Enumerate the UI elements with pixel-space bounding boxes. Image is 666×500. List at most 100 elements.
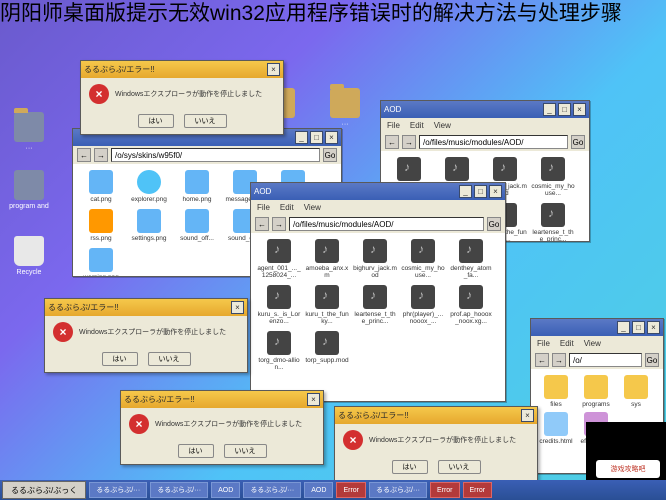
taskbar-task[interactable]: るるぶらぶ/··· [89,482,147,498]
file-item[interactable]: files [537,375,575,408]
close-button[interactable]: × [267,63,280,76]
menu-edit[interactable]: Edit [560,339,574,348]
file-item[interactable]: phr(player)_...nooox_... [401,285,445,325]
maximize-button[interactable]: □ [310,131,323,144]
minimize-button[interactable]: _ [459,185,472,198]
titlebar[interactable]: るるぶらぶ/エラー!!× [45,299,247,316]
taskbar-task[interactable]: Error [336,482,366,498]
file-item[interactable]: home.png [175,170,219,203]
error-dialog[interactable]: るるぶらぶ/エラー!!× ×Windowsエクスプローラが動作を停止しました は… [80,60,284,135]
file-item[interactable]: kuru_t_the_funky... [305,285,349,325]
file-item[interactable]: leartense_t_the_princ... [531,203,575,241]
cancel-button[interactable]: いいえ [224,444,267,458]
file-item[interactable]: rss.png [79,209,123,242]
maximize-button[interactable]: □ [558,103,571,116]
file-item[interactable]: credits.html [537,412,575,445]
back-button[interactable]: ← [255,217,269,231]
menu-view[interactable]: View [304,203,321,212]
file-item[interactable]: cat.png [79,170,123,203]
back-button[interactable]: ← [385,135,399,149]
path-field[interactable]: /o/ [569,353,642,367]
path-field[interactable]: /o/files/music/modules/AOD/ [289,217,484,231]
forward-button[interactable]: → [402,135,416,149]
minimize-button[interactable]: _ [617,321,630,334]
file-item[interactable]: sys [617,375,655,408]
minimize-button[interactable]: _ [295,131,308,144]
back-button[interactable]: ← [535,353,549,367]
menu-file[interactable]: File [257,203,270,212]
recycle-bin[interactable]: Recycle [4,236,54,276]
close-button[interactable]: × [325,131,338,144]
taskbar-task[interactable]: Error [430,482,460,498]
minimize-button[interactable]: _ [543,103,556,116]
path-field[interactable]: /o/files/music/modules/AOD/ [419,135,568,149]
cancel-button[interactable]: いいえ [148,352,191,366]
path-field[interactable]: /o/sys/skins/w95f0/ [111,148,320,162]
error-dialog[interactable]: るるぶらぶ/エラー!!× ×Windowsエクスプローラが動作を停止しました は… [120,390,324,465]
menu-file[interactable]: File [537,339,550,348]
titlebar[interactable]: AOD _□× [381,101,589,118]
file-item[interactable]: cosmic_my_house... [401,239,445,279]
taskbar-task[interactable]: るるぶらぶ/··· [150,482,208,498]
ok-button[interactable]: はい [178,444,214,458]
forward-button[interactable]: → [272,217,286,231]
close-button[interactable]: × [307,393,320,406]
taskbar-task[interactable]: AOD [304,482,333,498]
file-item[interactable]: amoeba_anx.xm [305,239,349,279]
menu-file[interactable]: File [387,121,400,130]
cancel-button[interactable]: いいえ [438,460,481,474]
cancel-button[interactable]: いいえ [184,114,227,128]
go-button[interactable]: Go [323,148,337,162]
close-button[interactable]: × [573,103,586,116]
titlebar[interactable]: AOD _□× [251,183,505,200]
back-button[interactable]: ← [77,148,91,162]
close-button[interactable]: × [489,185,502,198]
file-item[interactable]: leartense_t_the_princ... [353,285,397,325]
taskbar-task[interactable]: るるぶらぶ/··· [243,482,301,498]
taskbar-task[interactable]: るるぶらぶ/··· [369,482,427,498]
file-item[interactable]: bighurv_jack.mod [353,239,397,279]
close-button[interactable]: × [231,301,244,314]
go-button[interactable]: Go [645,353,659,367]
file-item[interactable]: kuru_s._is_Lorenzo... [257,285,301,325]
file-item[interactable]: warning.png [79,248,123,276]
maximize-button[interactable]: □ [632,321,645,334]
file-item[interactable]: torp_supp.mod [305,331,349,371]
start-button[interactable]: るるぶらぶ/ぶっく [2,481,86,499]
file-item[interactable]: explorer.png [127,170,171,203]
menu-edit[interactable]: Edit [410,121,424,130]
error-dialog[interactable]: るるぶらぶ/エラー!!× ×Windowsエクスプローラが動作を停止しました は… [334,406,538,481]
titlebar[interactable]: るるぶらぶ/エラー!!× [121,391,323,408]
close-button[interactable]: × [647,321,660,334]
file-item[interactable]: prof.ap_hooox_noox.xg... [449,285,493,325]
file-item[interactable]: programs [577,375,615,408]
titlebar[interactable]: _□× [531,319,663,336]
file-item[interactable]: sound_off... [175,209,219,242]
file-item[interactable]: agent_001_..._1258024_... [257,239,301,279]
file-item[interactable]: settings.png [127,209,171,242]
desktop-shortcut[interactable]: program and [4,170,54,210]
go-button[interactable]: Go [487,217,501,231]
desktop-shortcut[interactable]: ··· [4,112,54,152]
maximize-button[interactable]: □ [474,185,487,198]
menu-view[interactable]: View [584,339,601,348]
ok-button[interactable]: はい [102,352,138,366]
forward-button[interactable]: → [552,353,566,367]
close-button[interactable]: × [521,409,534,422]
menu-edit[interactable]: Edit [280,203,294,212]
titlebar[interactable]: るるぶらぶ/エラー!!× [335,407,537,424]
file-item[interactable]: torg_dmo-allion... [257,331,301,371]
menu-view[interactable]: View [434,121,451,130]
error-dialog[interactable]: るるぶらぶ/エラー!!× ×Windowsエクスプローラが動作を停止しました は… [44,298,248,373]
file-item[interactable]: denthey_atom_fa... [449,239,493,279]
file-item[interactable]: cosmic_my_house... [531,157,575,197]
go-button[interactable]: Go [571,135,585,149]
ok-button[interactable]: はい [138,114,174,128]
taskbar-task[interactable]: Error [463,482,493,498]
taskbar-task[interactable]: AOD [211,482,240,498]
forward-button[interactable]: → [94,148,108,162]
explorer-window-aod-large[interactable]: AOD _□× File Edit View ←→/o/files/music/mo… [250,182,506,402]
ok-button[interactable]: はい [392,460,428,474]
titlebar[interactable]: るるぶらぶ/エラー!!× [81,61,283,78]
desktop-folder-icon[interactable]: ··· [320,88,370,128]
